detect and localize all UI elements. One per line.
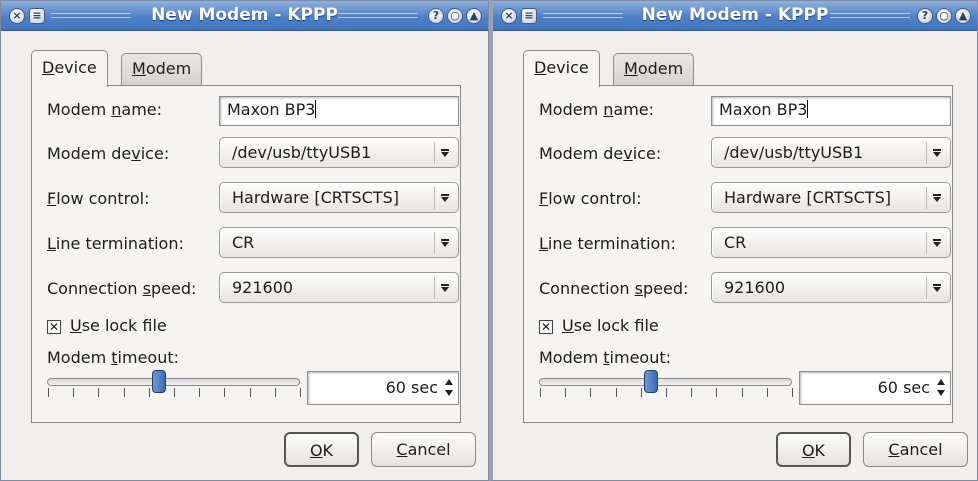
tab-modem[interactable]: Modem	[121, 53, 203, 85]
slider-tick	[641, 388, 642, 397]
flow-control-select[interactable]: Hardware [CRTSCTS]	[711, 182, 951, 213]
slider-tick	[590, 388, 591, 397]
line-termination-label: Line termination:	[539, 234, 676, 253]
modem-timeout-label: Modem timeout:	[47, 348, 180, 367]
timeout-slider-ticks	[540, 386, 793, 398]
slider-tick	[275, 388, 276, 397]
line-termination-select[interactable]: CR	[711, 227, 951, 258]
chevron-down-icon[interactable]	[434, 277, 454, 299]
modem-name-label: Modem name:	[47, 100, 163, 119]
tab-device[interactable]: Device	[31, 50, 108, 87]
window-title: New Modem - KPPP	[641, 5, 829, 25]
tab-device[interactable]: Device	[523, 50, 600, 87]
slider-tick	[716, 388, 717, 397]
modem-device-select[interactable]: /dev/usb/ttyUSB1	[711, 137, 951, 168]
flow-control-label: Flow control:	[539, 189, 642, 208]
flow-control-select[interactable]: Hardware [CRTSCTS]	[219, 182, 459, 213]
chevron-down-icon[interactable]	[926, 142, 946, 164]
spin-down-icon[interactable]	[445, 390, 453, 396]
ok-button[interactable]: OK	[776, 432, 851, 467]
timeout-slider-handle[interactable]	[152, 370, 166, 393]
slider-tick	[250, 388, 251, 397]
slider-tick	[98, 388, 99, 397]
connection-speed-select[interactable]: 921600	[219, 272, 459, 303]
chevron-down-icon[interactable]	[926, 232, 946, 254]
timeout-slider-track[interactable]	[539, 378, 792, 386]
chevron-down-icon[interactable]	[434, 142, 454, 164]
chevron-down-icon[interactable]	[926, 277, 946, 299]
device-panel: Modem name: Maxon BP3 Modem device: /dev…	[523, 85, 953, 423]
chevron-down-icon[interactable]	[434, 232, 454, 254]
slider-tick	[767, 388, 768, 397]
use-lock-file-checkbox[interactable]: ✕	[539, 320, 553, 334]
slider-tick	[616, 388, 617, 397]
modem-device-select[interactable]: /dev/usb/ttyUSB1	[219, 137, 459, 168]
spin-up-icon[interactable]	[445, 379, 453, 385]
connection-speed-select[interactable]: 921600	[711, 272, 951, 303]
modem-device-label: Modem device:	[47, 144, 170, 163]
timeout-slider-track[interactable]	[47, 378, 300, 386]
minimize-icon[interactable]: ○	[936, 8, 952, 24]
slider-tick	[742, 388, 743, 397]
shade-icon[interactable]: ▲	[466, 8, 482, 24]
connection-speed-label: Connection speed:	[539, 279, 689, 298]
modem-name-label: Modem name:	[539, 100, 655, 119]
help-icon[interactable]: ?	[917, 8, 933, 24]
line-termination-select[interactable]: CR	[219, 227, 459, 258]
kppp-window: × ≡ New Modem - KPPP ? ○ ▲ Device Modem …	[489, 0, 978, 481]
modem-timeout-label: Modem timeout:	[539, 348, 672, 367]
line-termination-label: Line termination:	[47, 234, 184, 253]
slider-tick	[199, 388, 200, 397]
modem-device-label: Modem device:	[539, 144, 662, 163]
chevron-down-icon[interactable]	[434, 187, 454, 209]
cancel-button[interactable]: Cancel	[371, 432, 476, 467]
title-bar[interactable]: × ≡ New Modem - KPPP ? ○ ▲	[493, 1, 977, 31]
slider-tick	[149, 388, 150, 397]
slider-tick	[540, 388, 541, 397]
window-title: New Modem - KPPP	[151, 5, 338, 25]
use-lock-file-label[interactable]: Use lock file	[562, 316, 659, 335]
spin-up-icon[interactable]	[937, 379, 945, 385]
slider-tick	[666, 388, 667, 397]
cancel-button[interactable]: Cancel	[863, 432, 968, 467]
modem-name-input[interactable]: Maxon BP3	[219, 96, 459, 126]
slider-tick	[565, 388, 566, 397]
timeout-spinbox[interactable]: 60 sec	[307, 371, 459, 405]
kppp-window: × ≡ New Modem - KPPP ? ○ ▲ Device Modem …	[0, 0, 489, 481]
flow-control-label: Flow control:	[47, 189, 150, 208]
minimize-icon[interactable]: ○	[447, 8, 463, 24]
slider-tick	[73, 388, 74, 397]
tab-modem[interactable]: Modem	[613, 53, 695, 85]
help-icon[interactable]: ?	[428, 8, 444, 24]
ok-button[interactable]: OK	[284, 432, 359, 467]
slider-tick	[174, 388, 175, 397]
use-lock-file-checkbox[interactable]: ✕	[47, 320, 61, 334]
slider-tick	[792, 388, 793, 397]
use-lock-file-label[interactable]: Use lock file	[70, 316, 167, 335]
modem-name-input[interactable]: Maxon BP3	[711, 96, 951, 126]
slider-tick	[224, 388, 225, 397]
timeout-slider-ticks	[48, 386, 301, 398]
spin-down-icon[interactable]	[937, 390, 945, 396]
timeout-slider-handle[interactable]	[644, 370, 658, 393]
timeout-spinbox[interactable]: 60 sec	[799, 371, 951, 405]
shade-icon[interactable]: ▲	[955, 8, 971, 24]
chevron-down-icon[interactable]	[926, 187, 946, 209]
slider-tick	[48, 388, 49, 397]
slider-tick	[300, 388, 301, 397]
title-bar[interactable]: × ≡ New Modem - KPPP ? ○ ▲	[1, 1, 488, 31]
slider-tick	[124, 388, 125, 397]
slider-tick	[691, 388, 692, 397]
device-panel: Modem name: Maxon BP3 Modem device: /dev…	[31, 85, 461, 423]
screen: × ≡ New Modem - KPPP ? ○ ▲ Device Modem …	[0, 0, 978, 481]
connection-speed-label: Connection speed:	[47, 279, 197, 298]
